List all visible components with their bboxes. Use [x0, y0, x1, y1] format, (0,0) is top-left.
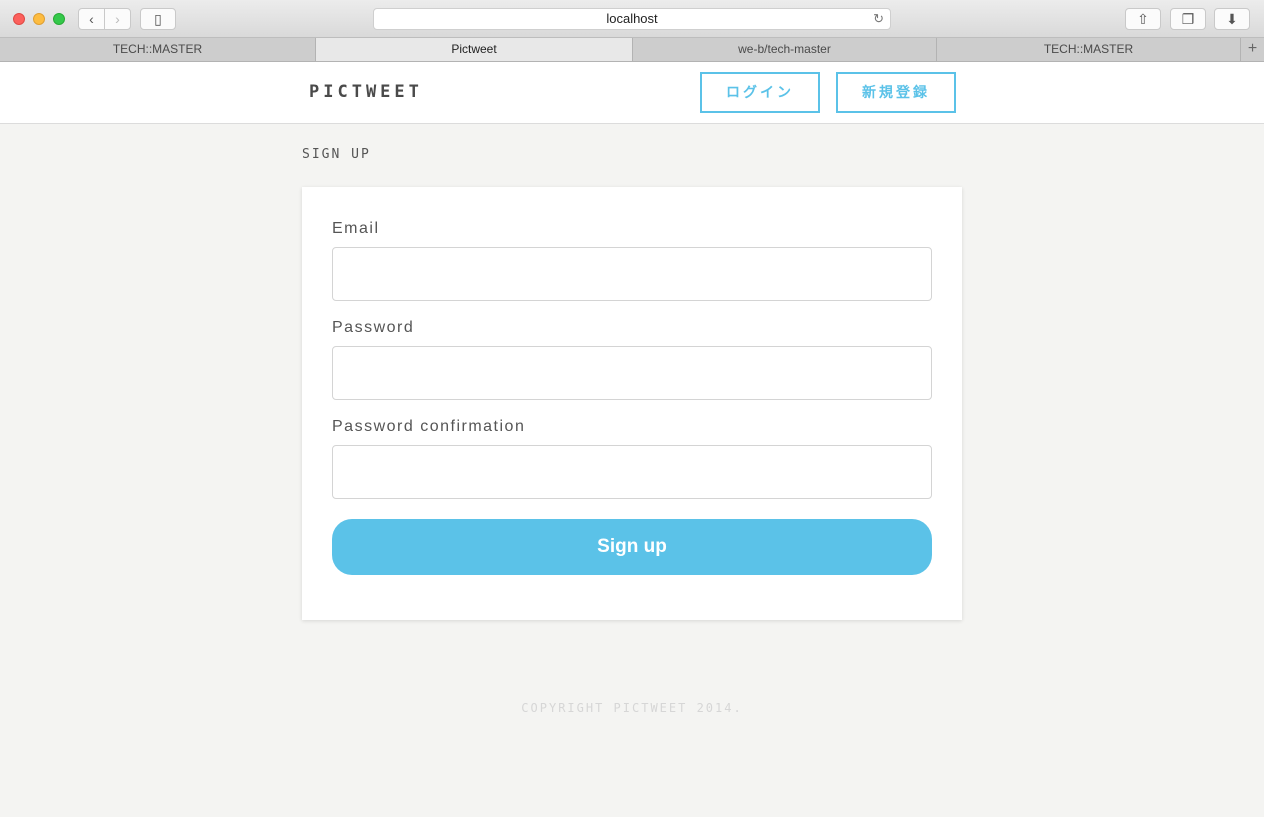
- password-confirmation-field[interactable]: [332, 445, 932, 499]
- email-field[interactable]: [332, 247, 932, 301]
- password-confirmation-label: Password confirmation: [332, 418, 526, 435]
- sidebar-toggle-button[interactable]: ▯: [140, 8, 176, 30]
- minimize-window-button[interactable]: [33, 13, 45, 25]
- zoom-window-button[interactable]: [53, 13, 65, 25]
- new-tab-button[interactable]: +: [1241, 38, 1264, 61]
- close-window-button[interactable]: [13, 13, 25, 25]
- share-icon: ⇧: [1137, 11, 1149, 27]
- downloads-button[interactable]: ⬇: [1214, 8, 1250, 30]
- email-label: Email: [332, 220, 380, 237]
- tab-tech-master-2[interactable]: TECH::MASTER: [937, 38, 1241, 61]
- reload-icon[interactable]: ↻: [873, 9, 884, 29]
- sign-up-submit-button[interactable]: Sign up: [332, 519, 932, 575]
- address-bar[interactable]: localhost ↻: [373, 8, 891, 30]
- password-field[interactable]: [332, 346, 932, 400]
- tab-tech-master-1[interactable]: TECH::MASTER: [0, 38, 316, 61]
- login-button[interactable]: ログイン: [700, 72, 820, 113]
- chevron-left-icon: ‹: [89, 11, 94, 27]
- tab-pictweet[interactable]: Pictweet: [316, 38, 633, 61]
- site-header: PICTWEET ログイン 新規登録: [0, 62, 1264, 124]
- password-label: Password: [332, 319, 415, 336]
- sidebar-icon: ▯: [154, 11, 162, 27]
- forward-button[interactable]: ›: [104, 8, 131, 30]
- show-tabs-button[interactable]: ❐: [1170, 8, 1206, 30]
- url-text: localhost: [606, 11, 658, 26]
- signup-nav-button[interactable]: 新規登録: [836, 72, 956, 113]
- tab-bar: TECH::MASTER Pictweet we-b/tech-master T…: [0, 38, 1264, 62]
- tab-web-tech-master[interactable]: we-b/tech-master: [633, 38, 937, 61]
- tabs-icon: ❐: [1181, 11, 1195, 27]
- back-button[interactable]: ‹: [78, 8, 105, 30]
- share-button[interactable]: ⇧: [1125, 8, 1161, 30]
- browser-toolbar: ‹ › ▯ localhost ↻ ⇧ ❐ ⬇: [0, 0, 1264, 38]
- signup-form-card: Email Password Password confirmation Sig…: [302, 187, 962, 620]
- download-icon: ⬇: [1226, 11, 1238, 27]
- page-title: SIGN UP: [302, 147, 371, 162]
- footer-copyright: COPYRIGHT PICTWEET 2014.: [521, 701, 743, 715]
- chevron-right-icon: ›: [115, 11, 120, 27]
- site-logo[interactable]: PICTWEET: [309, 82, 423, 102]
